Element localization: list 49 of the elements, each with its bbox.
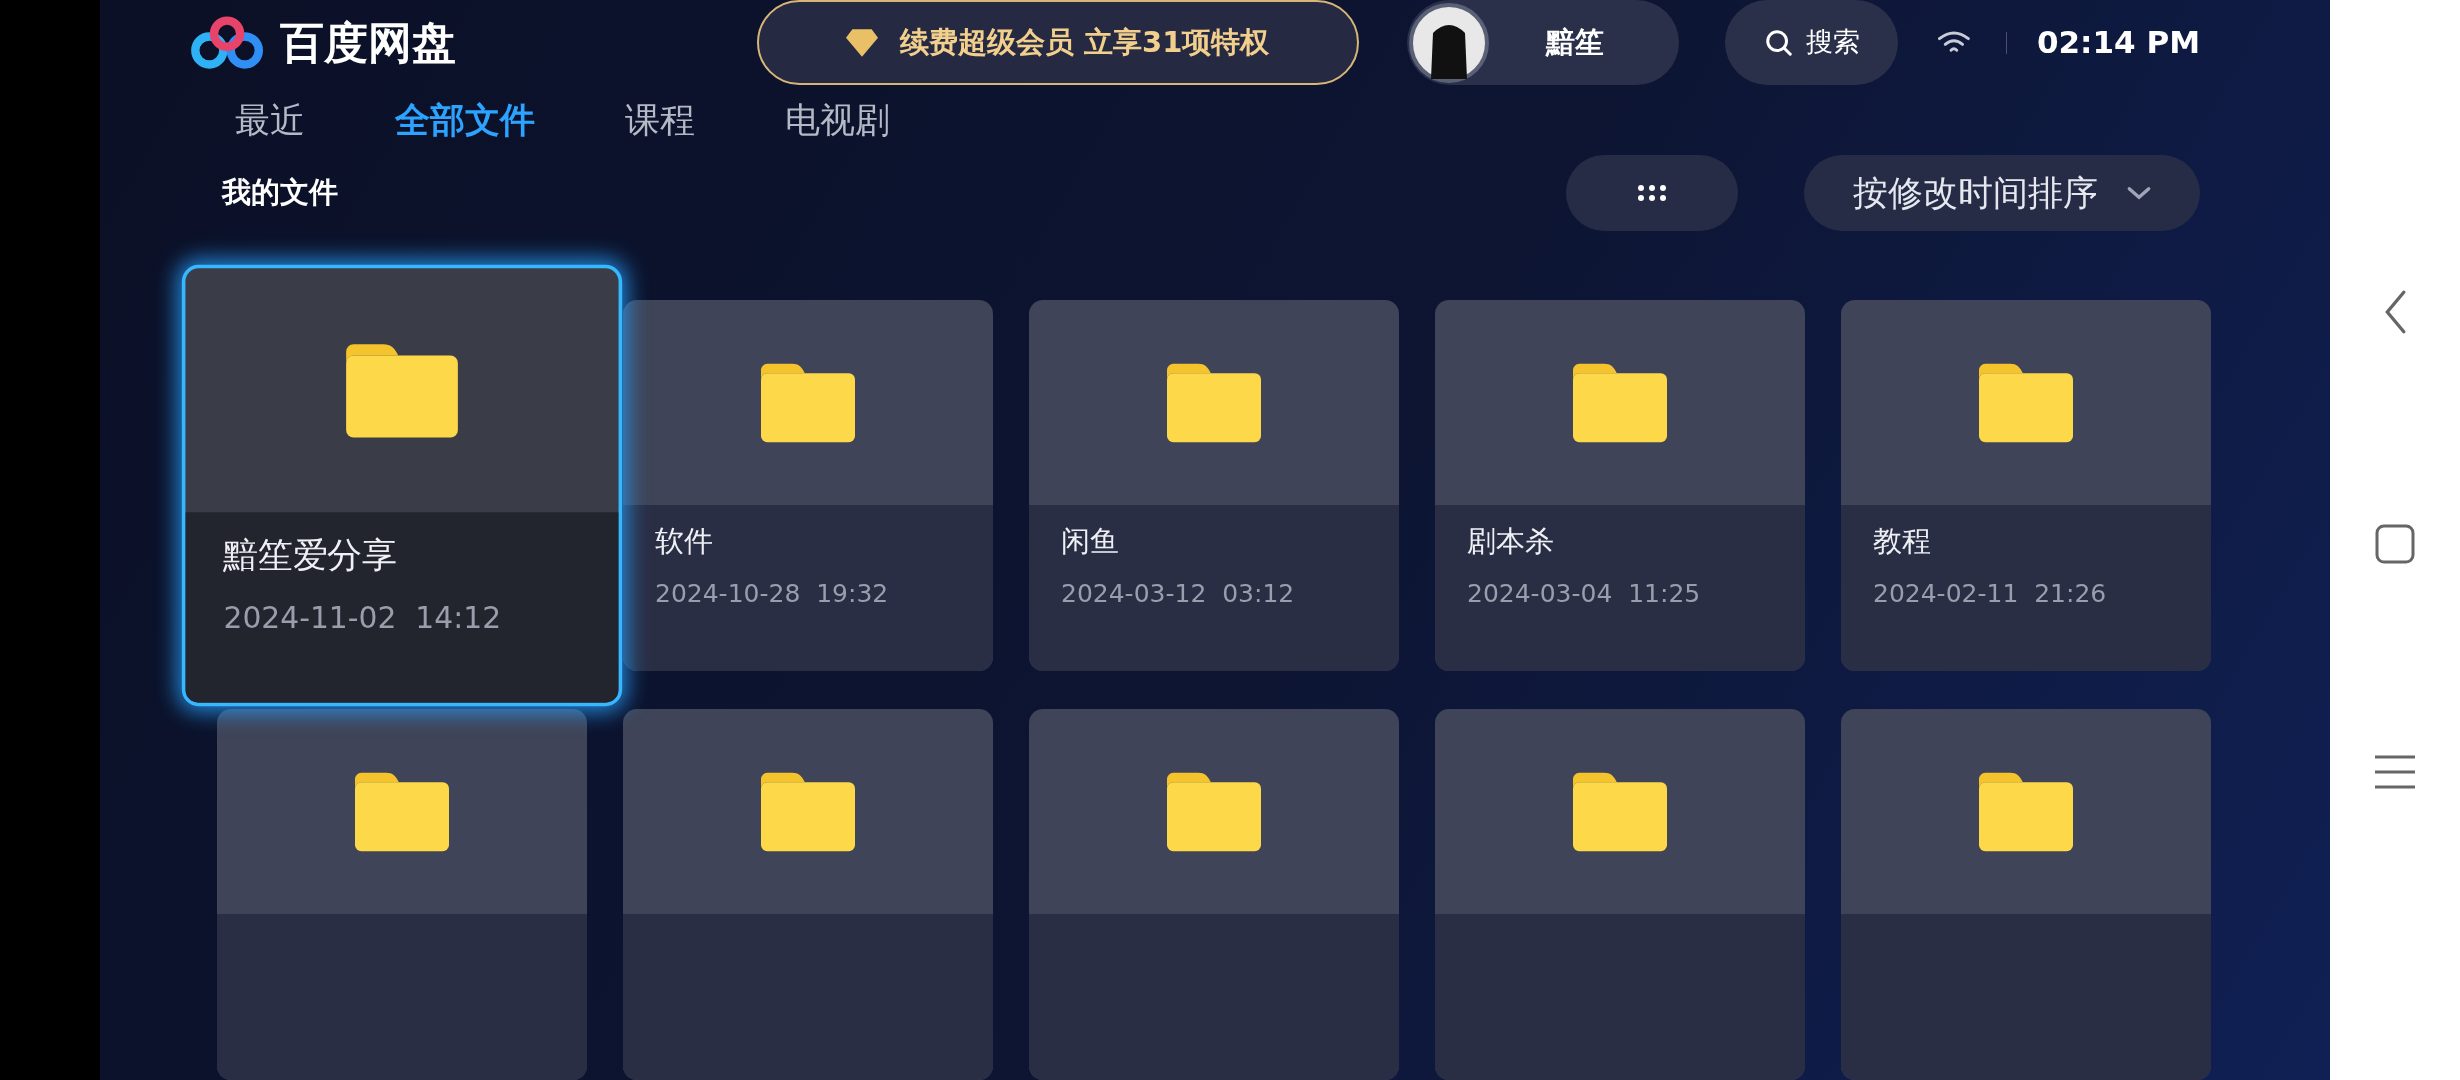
sort-dropdown[interactable]: 按修改时间排序: [1804, 155, 2200, 231]
modified-date: 2024-03-04 11:25: [1467, 578, 1702, 610]
search-icon: [1763, 27, 1794, 58]
home-icon[interactable]: [2375, 524, 2415, 564]
modified-date: 2024-10-28 19:32: [655, 578, 890, 610]
folder-card[interactable]: [1435, 709, 1805, 1080]
folder-icon: [1167, 771, 1261, 852]
folder-icon: [761, 771, 855, 852]
modified-date: 2024-02-11 21:26: [1873, 578, 2108, 610]
folder-name: 教程: [1873, 523, 1932, 560]
diamond-icon: [846, 28, 878, 57]
folder-icon: [1167, 362, 1261, 443]
folder-icon: [1979, 362, 2073, 443]
category-tab[interactable]: 最近: [235, 93, 305, 147]
category-tab[interactable]: 电视剧: [785, 93, 890, 147]
vip-banner[interactable]: 续费超级会员 立享31项特权: [756, 0, 1359, 85]
folder-icon: [355, 771, 449, 852]
category-tab[interactable]: 全部文件: [395, 93, 535, 147]
folder-card[interactable]: 教程 2024-02-11 21:26: [1841, 300, 2211, 671]
clock-time: 02:14 PM: [2036, 23, 2200, 63]
back-icon[interactable]: [2384, 290, 2406, 334]
folder-icon: [346, 342, 458, 438]
folder-card[interactable]: 软件 2024-10-28 19:32: [623, 300, 993, 671]
folder-card[interactable]: 黯笙爱分享 2024-11-02 14:12: [181, 264, 623, 707]
folder-icon: [1573, 362, 1667, 443]
folder-card[interactable]: [1029, 709, 1399, 1080]
folder-icon: [1979, 771, 2073, 852]
folder-name: 软件: [655, 523, 714, 560]
folder-name: 黯笙爱分享: [223, 533, 398, 578]
folder-icon: [1573, 771, 1667, 852]
category-tab[interactable]: 课程: [625, 93, 695, 147]
search-button[interactable]: 搜索: [1725, 0, 1899, 85]
folder-card[interactable]: 闲鱼 2024-03-12 03:12: [1029, 300, 1399, 671]
folder-name: 剧本杀: [1467, 523, 1555, 560]
folder-card[interactable]: [623, 709, 993, 1080]
modified-date: 2024-03-12 03:12: [1061, 578, 1296, 610]
folder-name: 闲鱼: [1061, 523, 1120, 560]
menu-icon[interactable]: [2375, 754, 2415, 790]
folder-card[interactable]: 剧本杀 2024-03-04 11:25: [1435, 300, 1805, 671]
chevron-down-icon: [2125, 185, 2152, 201]
user-profile[interactable]: 黯笙: [1406, 0, 1680, 85]
app-name: 百度网盘: [280, 15, 456, 70]
folder-card[interactable]: [217, 709, 587, 1080]
logo-icon: [190, 14, 266, 71]
folder-card[interactable]: [1841, 709, 2211, 1080]
folder-icon: [761, 362, 855, 443]
modified-date: 2024-11-02 14:12: [223, 599, 503, 637]
section-title: 我的文件: [222, 174, 338, 212]
grid-dots-icon: [1637, 184, 1667, 202]
